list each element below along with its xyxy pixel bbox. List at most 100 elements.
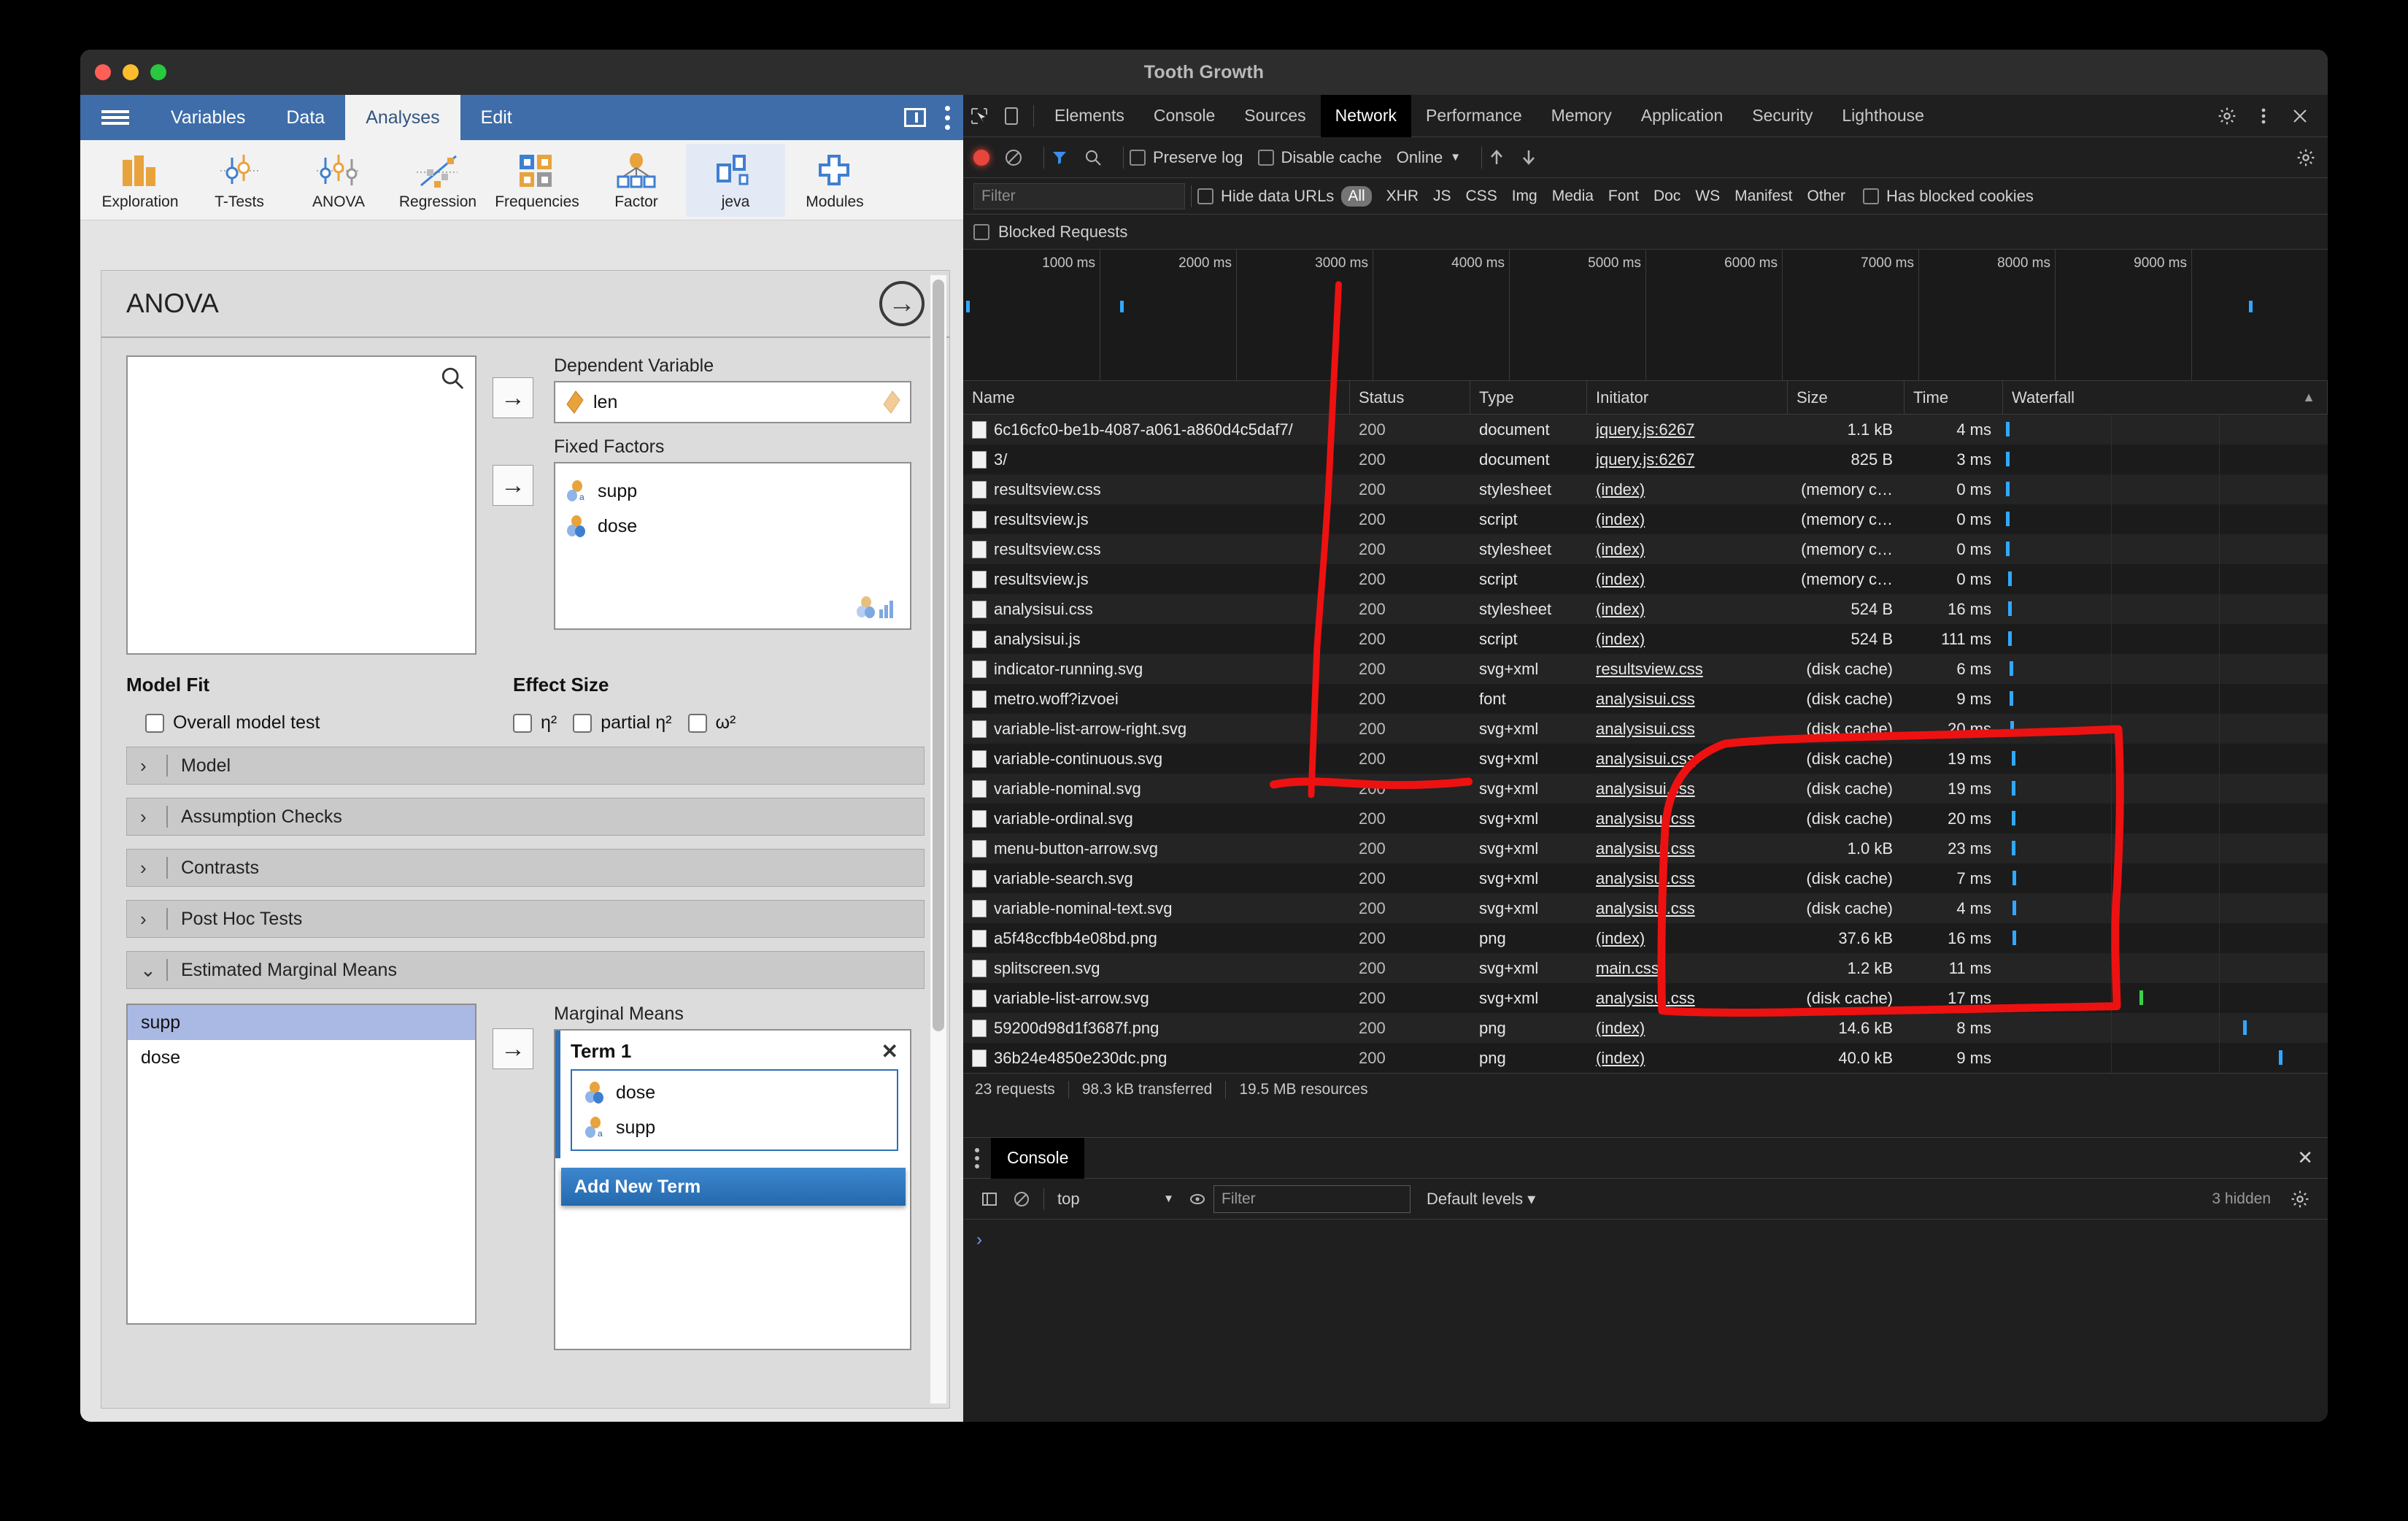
initiator-link[interactable]: (index) bbox=[1596, 600, 1645, 619]
filter-type-font[interactable]: Font bbox=[1608, 188, 1639, 205]
table-row[interactable]: resultsview.js 200 script (index) (memory c…… bbox=[963, 564, 2328, 594]
emm-option-supp[interactable]: supp bbox=[128, 1005, 475, 1040]
column-size[interactable]: Size bbox=[1788, 380, 1905, 415]
dependent-variable-box[interactable]: len bbox=[554, 381, 911, 423]
export-har-icon[interactable] bbox=[1520, 148, 1537, 167]
drawer-more-icon[interactable] bbox=[975, 1147, 979, 1168]
initiator-link[interactable]: analysisui.css bbox=[1596, 899, 1695, 918]
filter-type-xhr[interactable]: XHR bbox=[1386, 188, 1419, 205]
tab-security[interactable]: Security bbox=[1737, 95, 1827, 137]
initiator-link[interactable]: jquery.js:6267 bbox=[1596, 420, 1694, 439]
clear-console-icon[interactable] bbox=[1006, 1183, 1038, 1215]
tab-console[interactable]: Console bbox=[1139, 95, 1230, 137]
assign-fixed-factors-button[interactable]: → bbox=[493, 465, 533, 506]
table-row[interactable]: indicator-running.svg 200 svg+xml resultsvi… bbox=[963, 654, 2328, 684]
initiator-link[interactable]: (index) bbox=[1596, 480, 1645, 499]
filter-type-manifest[interactable]: Manifest bbox=[1734, 188, 1792, 205]
console-levels-select[interactable]: Default levels ▾ bbox=[1427, 1190, 1535, 1209]
remove-term-button[interactable]: ✕ bbox=[881, 1039, 898, 1063]
fixed-factor-item[interactable]: a supp bbox=[566, 474, 910, 509]
table-row[interactable]: variable-nominal.svg 200 svg+xml analysisui… bbox=[963, 774, 2328, 804]
split-screen-icon[interactable] bbox=[904, 108, 926, 127]
table-row[interactable]: resultsview.js 200 script (index) (memory c…… bbox=[963, 504, 2328, 534]
initiator-link[interactable]: analysisui.css bbox=[1596, 839, 1695, 858]
tab-sources[interactable]: Sources bbox=[1230, 95, 1320, 137]
term-item[interactable]: dose bbox=[584, 1075, 897, 1110]
table-row[interactable]: a5f48ccfbb4e08bd.png 200 png (index) 37.6 kB… bbox=[963, 923, 2328, 953]
console-sidebar-icon[interactable] bbox=[973, 1183, 1006, 1215]
table-row[interactable]: analysisui.css 200 stylesheet (index) 524 B 1… bbox=[963, 594, 2328, 624]
record-button[interactable] bbox=[973, 149, 989, 166]
available-variables-list[interactable] bbox=[126, 355, 476, 655]
table-row[interactable]: variable-list-arrow-right.svg 200 svg+xml a… bbox=[963, 714, 2328, 744]
filter-toggle-icon[interactable] bbox=[1050, 148, 1069, 167]
section-contrasts[interactable]: › Contrasts bbox=[126, 849, 925, 887]
table-row[interactable]: splitscreen.svg 200 svg+xml main.css 1.2 kB 1… bbox=[963, 953, 2328, 983]
options-scrollbar[interactable] bbox=[930, 275, 946, 1403]
section-assumption-checks[interactable]: › Assumption Checks bbox=[126, 798, 925, 836]
eta-squared-checkbox[interactable] bbox=[513, 713, 532, 733]
column-initiator[interactable]: Initiator bbox=[1587, 380, 1788, 415]
tab-performance[interactable]: Performance bbox=[1411, 95, 1537, 137]
emm-available-list[interactable]: supp dose bbox=[126, 1004, 476, 1325]
device-toolbar-icon[interactable] bbox=[995, 100, 1027, 132]
tab-elements[interactable]: Elements bbox=[1040, 95, 1139, 137]
column-status[interactable]: Status bbox=[1350, 380, 1470, 415]
search-icon[interactable] bbox=[440, 366, 465, 390]
column-name[interactable]: Name bbox=[963, 380, 1350, 415]
console-context-select[interactable]: top ▼ bbox=[1050, 1190, 1181, 1209]
preserve-log-checkbox[interactable] bbox=[1130, 149, 1146, 166]
column-time[interactable]: Time bbox=[1905, 380, 2003, 415]
filter-type-css[interactable]: CSS bbox=[1466, 188, 1497, 205]
table-row[interactable]: resultsview.css 200 stylesheet (index) (memo… bbox=[963, 534, 2328, 564]
table-row[interactable]: variable-nominal-text.svg 200 svg+xml analy… bbox=[963, 893, 2328, 923]
more-options-icon[interactable] bbox=[945, 105, 950, 130]
initiator-link[interactable]: main.css bbox=[1596, 959, 1659, 978]
inspect-element-icon[interactable] bbox=[963, 100, 995, 132]
table-row[interactable]: 6c16cfc0-be1b-4087-a061-a860d4c5daf7/200… bbox=[963, 415, 2328, 444]
fixed-factor-item[interactable]: dose bbox=[566, 509, 910, 544]
options-scrollbar-thumb[interactable] bbox=[933, 280, 944, 1031]
ribbon-anova[interactable]: ANOVA bbox=[289, 144, 388, 217]
tab-lighthouse[interactable]: Lighthouse bbox=[1827, 95, 1939, 137]
console-prompt[interactable]: › bbox=[963, 1220, 2328, 1250]
add-new-term-button[interactable]: Add New Term bbox=[561, 1168, 906, 1206]
filter-type-all[interactable]: All bbox=[1341, 185, 1372, 207]
initiator-link[interactable]: (index) bbox=[1596, 510, 1645, 529]
initiator-link[interactable]: resultsview.css bbox=[1596, 660, 1703, 679]
filter-type-ws[interactable]: WS bbox=[1695, 188, 1720, 205]
tab-network[interactable]: Network bbox=[1320, 95, 1411, 137]
close-drawer-icon[interactable]: ✕ bbox=[2297, 1147, 2313, 1169]
initiator-link[interactable]: analysisui.css bbox=[1596, 809, 1695, 828]
initiator-link[interactable]: analysisui.css bbox=[1596, 690, 1695, 709]
tab-variables[interactable]: Variables bbox=[150, 95, 266, 140]
ribbon-regression[interactable]: Regression bbox=[388, 144, 487, 217]
section-estimated-marginal-means[interactable]: ⌄ Estimated Marginal Means bbox=[126, 951, 925, 989]
table-row[interactable]: 3/200 document jquery.js:6267 825 B 3 ms bbox=[963, 444, 2328, 474]
table-row[interactable]: variable-continuous.svg 200 svg+xml analysi… bbox=[963, 744, 2328, 774]
omega-squared-checkbox[interactable] bbox=[687, 713, 707, 733]
initiator-link[interactable]: (index) bbox=[1596, 1019, 1645, 1038]
initiator-link[interactable]: jquery.js:6267 bbox=[1596, 450, 1694, 469]
filter-type-other[interactable]: Other bbox=[1807, 188, 1846, 205]
network-settings-icon[interactable] bbox=[2296, 142, 2328, 174]
collapse-options-button[interactable]: → bbox=[879, 281, 925, 326]
hide-data-urls-checkbox[interactable] bbox=[1197, 188, 1213, 204]
initiator-link[interactable]: analysisui.css bbox=[1596, 869, 1695, 888]
ribbon-jeva[interactable]: jeva bbox=[686, 143, 785, 217]
tab-edit[interactable]: Edit bbox=[460, 95, 533, 140]
tab-data[interactable]: Data bbox=[266, 95, 345, 140]
table-row[interactable]: analysisui.js 200 script (index) 524 B 111 ms bbox=[963, 624, 2328, 654]
section-post-hoc-tests[interactable]: › Post Hoc Tests bbox=[126, 900, 925, 938]
network-overview-timeline[interactable]: 1000 ms 2000 ms 3000 ms 4000 ms 5000 ms 6000 … bbox=[963, 250, 2328, 381]
filter-type-js[interactable]: JS bbox=[1433, 188, 1451, 205]
has-blocked-cookies-checkbox[interactable] bbox=[1863, 188, 1880, 204]
initiator-link[interactable]: analysisui.css bbox=[1596, 750, 1695, 769]
section-model[interactable]: › Model bbox=[126, 747, 925, 785]
console-filter-input[interactable]: Filter bbox=[1213, 1185, 1411, 1213]
filter-type-media[interactable]: Media bbox=[1552, 188, 1594, 205]
ribbon-modules[interactable]: Modules bbox=[785, 144, 884, 217]
initiator-link[interactable]: analysisui.css bbox=[1596, 720, 1695, 739]
tab-application[interactable]: Application bbox=[1626, 95, 1738, 137]
drawer-tab-console[interactable]: Console bbox=[991, 1137, 1085, 1179]
